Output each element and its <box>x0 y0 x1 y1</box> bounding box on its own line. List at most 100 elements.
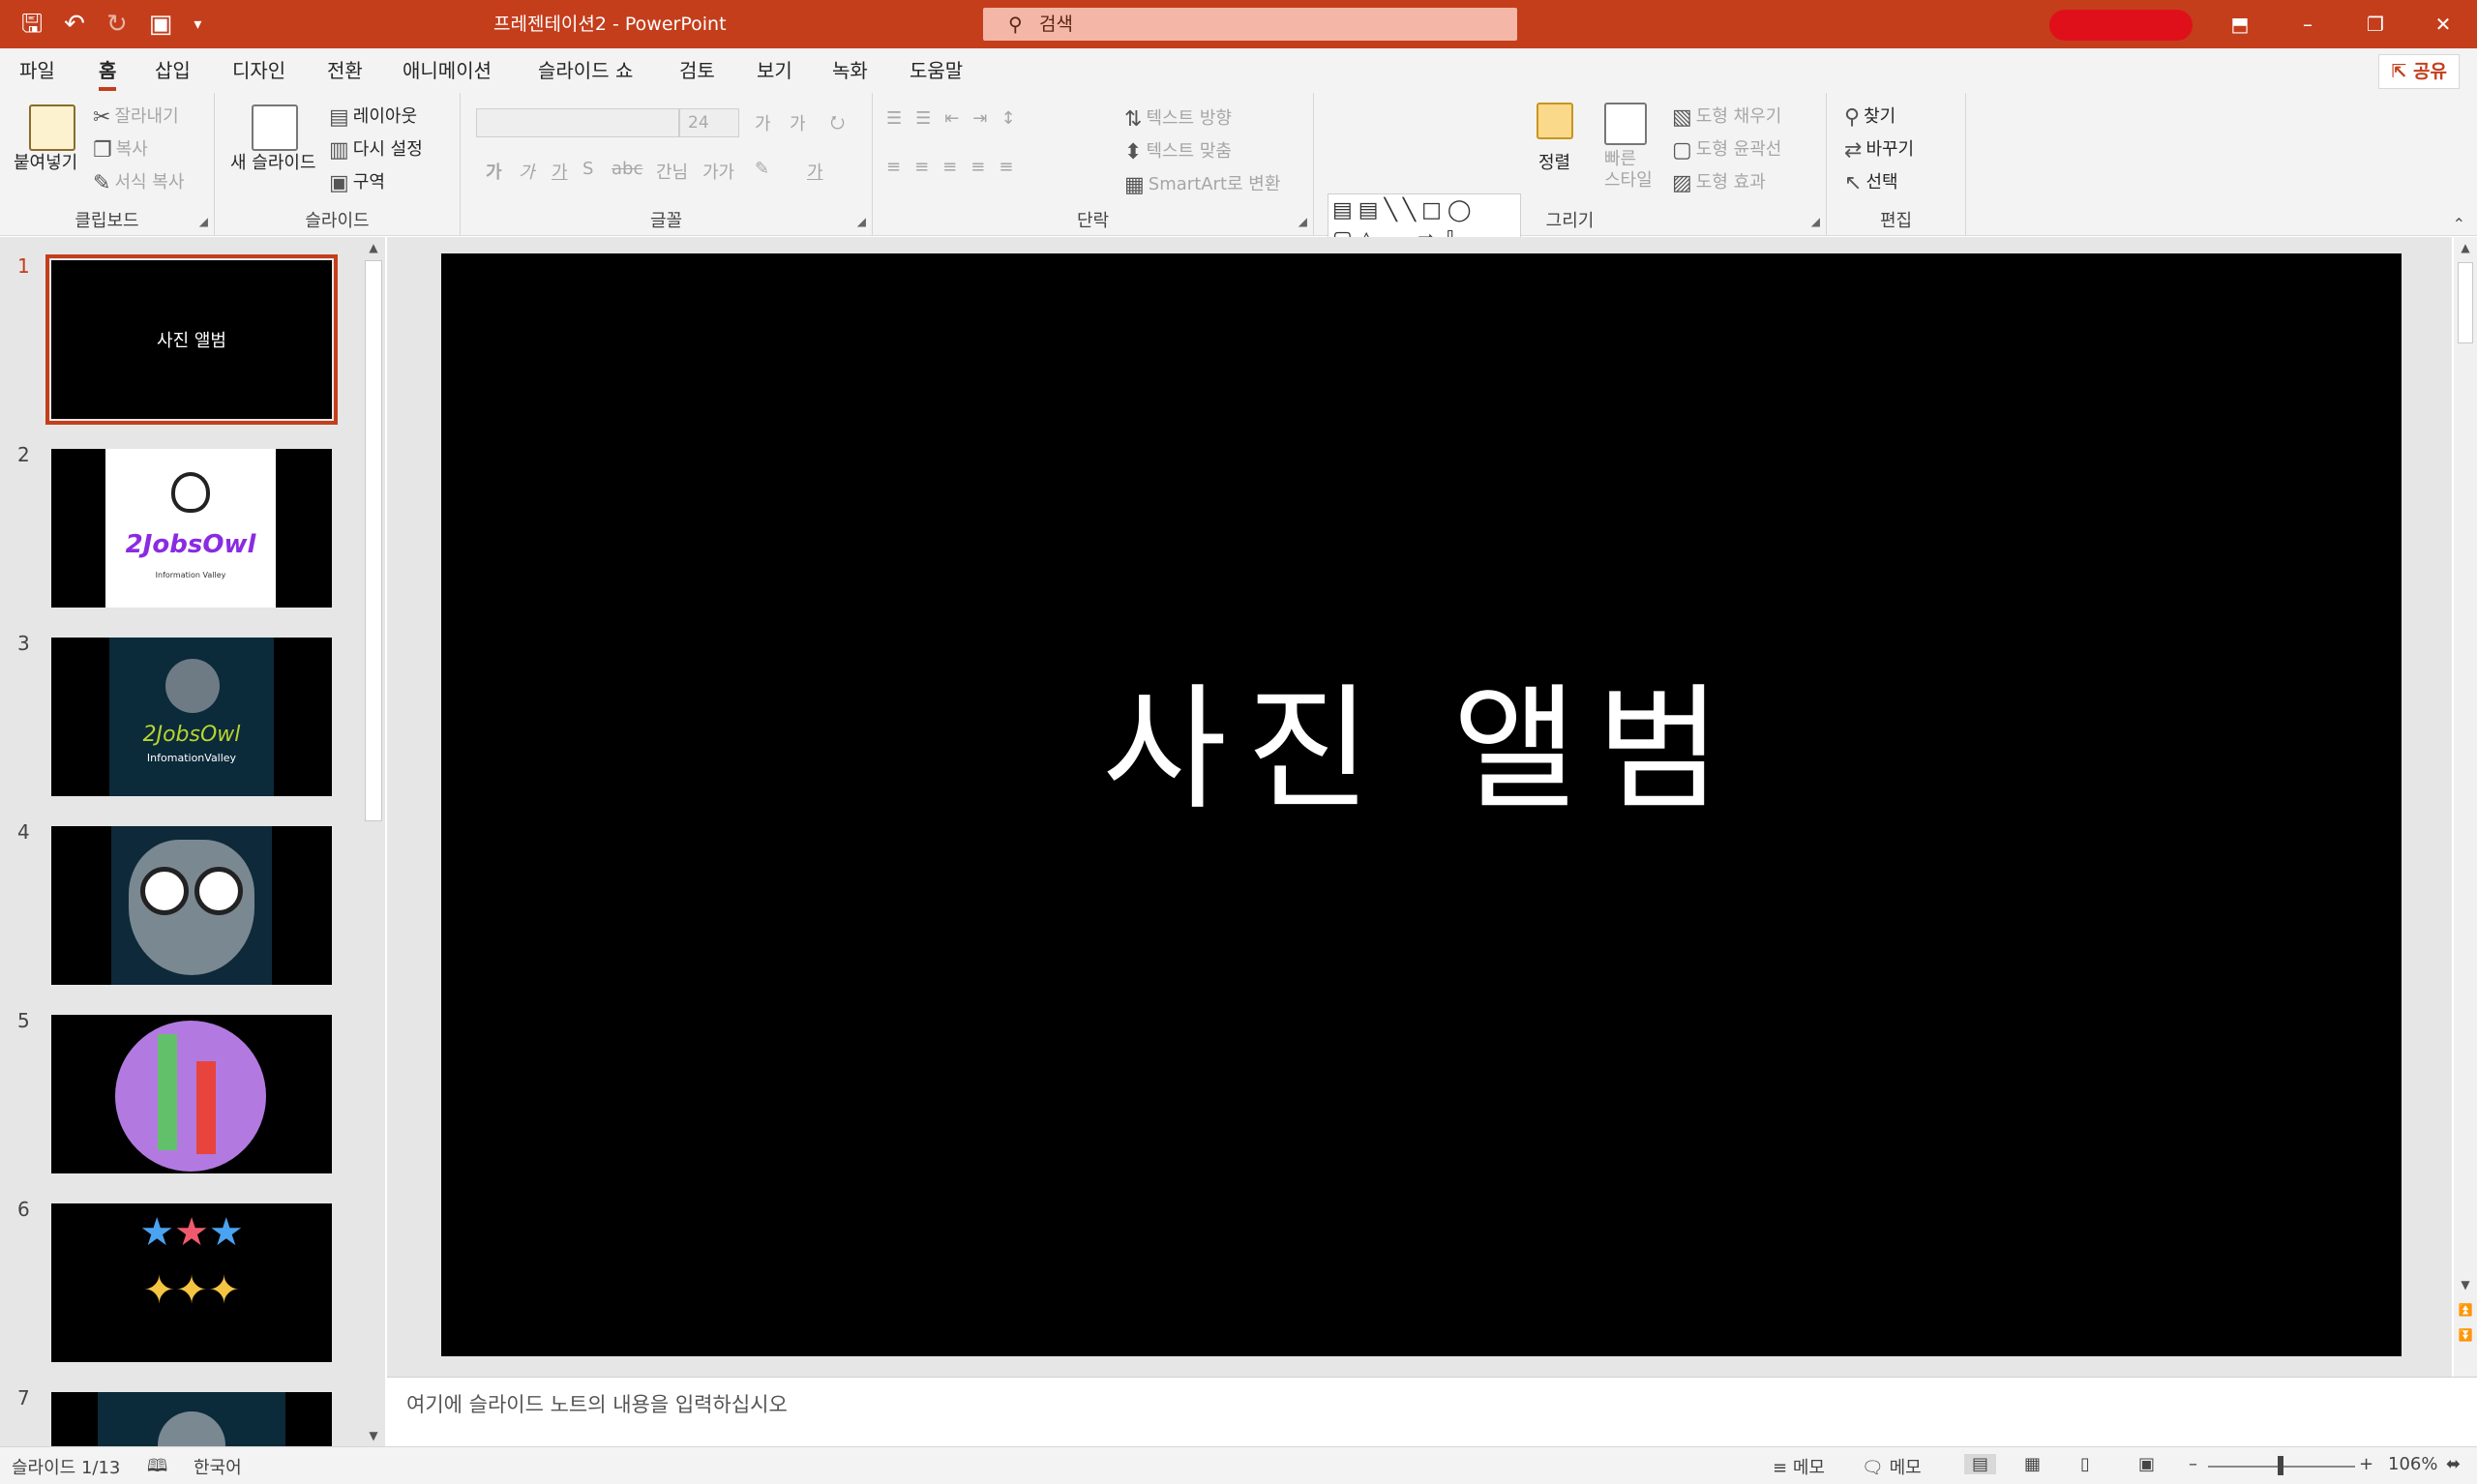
scroll-up-icon[interactable]: ▲ <box>362 241 385 254</box>
slide-thumbnail-6[interactable]: 6 ★★★ ✦✦✦ <box>0 1180 360 1362</box>
slide-preview[interactable] <box>51 1015 332 1173</box>
scroll-up-icon[interactable]: ▲ <box>2454 241 2477 254</box>
scroll-thumb[interactable] <box>365 260 382 821</box>
slide-scrollbar[interactable]: ▲ ▼ ⏫ ⏬ <box>2454 237 2477 1377</box>
arrange-button[interactable]: 정렬 <box>1538 149 1570 174</box>
tab-insert[interactable]: 삽입 <box>155 56 191 85</box>
slide-preview[interactable]: 사진 앨범 <box>45 254 338 425</box>
tab-animations[interactable]: 애니메이션 <box>403 56 492 85</box>
minimize-icon[interactable]: – <box>2274 0 2342 48</box>
notes-placeholder[interactable]: 여기에 슬라이드 노트의 내용을 입력하십시오 <box>406 1389 788 1418</box>
notes-pane[interactable]: 여기에 슬라이드 노트의 내용을 입력하십시오 <box>387 1377 2477 1446</box>
slide-preview[interactable]: ★★★ ✦✦✦ <box>51 1203 332 1362</box>
slide-thumbnail-5[interactable]: 5 <box>0 992 360 1173</box>
replace-button[interactable]: 바꾸기 <box>1865 139 1914 160</box>
redo-icon[interactable]: ↻ <box>106 8 128 41</box>
next-slide-icon[interactable]: ⏬ <box>2454 1328 2477 1342</box>
search-input[interactable]: ⚲ 검색 <box>983 8 1517 41</box>
tab-view[interactable]: 보기 <box>757 56 792 85</box>
shape-effects-button[interactable]: 도형 효과 <box>1696 172 1766 193</box>
paste-icon[interactable] <box>29 104 75 151</box>
slide-thumbnail-7[interactable]: 7 <box>0 1369 360 1446</box>
tab-help[interactable]: 도움말 <box>910 56 963 85</box>
fit-to-window-icon[interactable]: ⬌ <box>2446 1454 2461 1474</box>
reset-button[interactable]: 다시 설정 <box>353 139 423 160</box>
bold-button[interactable]: 가 <box>486 159 502 184</box>
shape-fill-button[interactable]: 도형 채우기 <box>1696 106 1782 127</box>
scroll-down-icon[interactable]: ▼ <box>362 1429 385 1442</box>
find-button[interactable]: 찾기 <box>1864 106 1895 127</box>
slide-preview[interactable]: 2JobsOwl Information Valley <box>51 449 332 608</box>
grow-font-button[interactable]: 가 <box>755 110 771 135</box>
tab-review[interactable]: 검토 <box>679 56 715 85</box>
shrink-font-button[interactable]: 가 <box>790 110 806 135</box>
text-direction-button[interactable]: 텍스트 방향 <box>1146 108 1232 129</box>
shape-outline-button[interactable]: 도형 윤곽선 <box>1696 139 1782 160</box>
scroll-thumb[interactable] <box>2458 262 2473 343</box>
dialog-launcher-icon[interactable]: ◢ <box>1298 215 1307 228</box>
slide-thumbnail-2[interactable]: 2 2JobsOwl Information Valley <box>0 426 360 608</box>
account-avatar[interactable] <box>2049 10 2193 41</box>
copy-button[interactable]: 복사 <box>116 139 148 160</box>
highlight-icon[interactable]: ✎ <box>755 159 769 179</box>
cut-button[interactable]: 잘라내기 <box>114 106 178 127</box>
align-text-button[interactable]: 텍스트 맞춤 <box>1146 141 1232 162</box>
character-spacing-button[interactable]: 간님 <box>656 159 688 184</box>
font-size-combo[interactable]: 24 <box>679 108 739 137</box>
clear-format-icon[interactable]: ⭮ <box>830 110 845 139</box>
zoom-out-icon[interactable]: – <box>2189 1454 2197 1474</box>
new-slide-icon[interactable] <box>252 104 298 151</box>
tab-home[interactable]: 홈 <box>99 56 117 91</box>
tab-record[interactable]: 녹화 <box>832 56 868 85</box>
align-buttons[interactable]: ≡≡≡≡≡ <box>886 157 1027 177</box>
change-case-button[interactable]: 가가 <box>702 159 734 184</box>
close-icon[interactable]: ✕ <box>2409 0 2477 48</box>
select-button[interactable]: 선택 <box>1865 172 1897 193</box>
tab-slide-show[interactable]: 슬라이드 쇼 <box>538 56 633 85</box>
dialog-launcher-icon[interactable]: ◢ <box>857 215 866 228</box>
list-buttons[interactable]: ☰☰⇤⇥↕ <box>886 108 1030 129</box>
accessibility-icon[interactable]: 🕮 <box>147 1454 167 1483</box>
paste-button[interactable]: 붙여넣기 <box>14 149 77 174</box>
comments-toggle-button[interactable]: 메모 <box>1890 1458 1922 1478</box>
start-from-beginning-icon[interactable]: ▣ <box>149 8 173 41</box>
thumbnail-scrollbar[interactable]: ▲ ▼ <box>362 237 385 1446</box>
language-indicator[interactable]: 한국어 <box>194 1454 242 1479</box>
slide-sorter-icon[interactable]: ▦ <box>2024 1454 2041 1474</box>
slide-thumbnail-1[interactable]: 1 사진 앨범 <box>0 237 360 425</box>
font-color-button[interactable]: 가 <box>807 159 823 184</box>
underline-button[interactable]: 가 <box>552 159 568 184</box>
collapse-ribbon-icon[interactable]: ⌃ <box>2453 215 2465 233</box>
save-icon[interactable]: 🖫 <box>21 8 43 41</box>
slide-thumbnail-4[interactable]: 4 <box>0 803 360 985</box>
layout-button[interactable]: 레이아웃 <box>353 106 417 127</box>
customize-qat-icon[interactable]: ▾ <box>194 8 201 41</box>
slide-show-icon[interactable]: ▣ <box>2138 1454 2155 1474</box>
section-button[interactable]: 구역 <box>353 172 385 193</box>
font-name-combo[interactable] <box>476 108 679 137</box>
current-slide[interactable]: 사진 앨범 <box>441 253 2402 1356</box>
strikethrough-button[interactable]: abc <box>612 159 642 179</box>
slide-thumbnail-3[interactable]: 3 2JobsOwl InfomationValley <box>0 614 360 796</box>
tab-file[interactable]: 파일 <box>19 56 55 85</box>
notes-toggle-button[interactable]: 메모 <box>1793 1458 1825 1478</box>
shadow-button[interactable]: S <box>582 159 593 179</box>
reading-view-icon[interactable]: ▯ <box>2080 1454 2090 1474</box>
share-button[interactable]: ⇱ 공유 <box>2378 54 2460 89</box>
normal-view-icon[interactable]: ▤ <box>1964 1454 1997 1474</box>
zoom-level[interactable]: 106% <box>2388 1454 2437 1474</box>
zoom-in-icon[interactable]: + <box>2359 1454 2373 1474</box>
slide-preview[interactable] <box>51 1392 332 1446</box>
undo-icon[interactable]: ↶ <box>64 8 85 41</box>
previous-slide-icon[interactable]: ⏫ <box>2454 1303 2477 1317</box>
restore-icon[interactable]: ❐ <box>2342 0 2409 48</box>
tab-transitions[interactable]: 전환 <box>327 56 363 85</box>
quick-styles-button[interactable]: 빠른 스타일 <box>1604 149 1653 192</box>
tab-design[interactable]: 디자인 <box>232 56 285 85</box>
dialog-launcher-icon[interactable]: ◢ <box>199 215 208 228</box>
ribbon-display-icon[interactable]: ⬒ <box>2206 0 2274 48</box>
zoom-slider-thumb[interactable] <box>2278 1456 2283 1475</box>
slide-preview[interactable]: 2JobsOwl InfomationValley <box>51 638 332 796</box>
new-slide-button[interactable]: 새 슬라이드 <box>230 149 316 174</box>
dialog-launcher-icon[interactable]: ◢ <box>1811 215 1820 228</box>
